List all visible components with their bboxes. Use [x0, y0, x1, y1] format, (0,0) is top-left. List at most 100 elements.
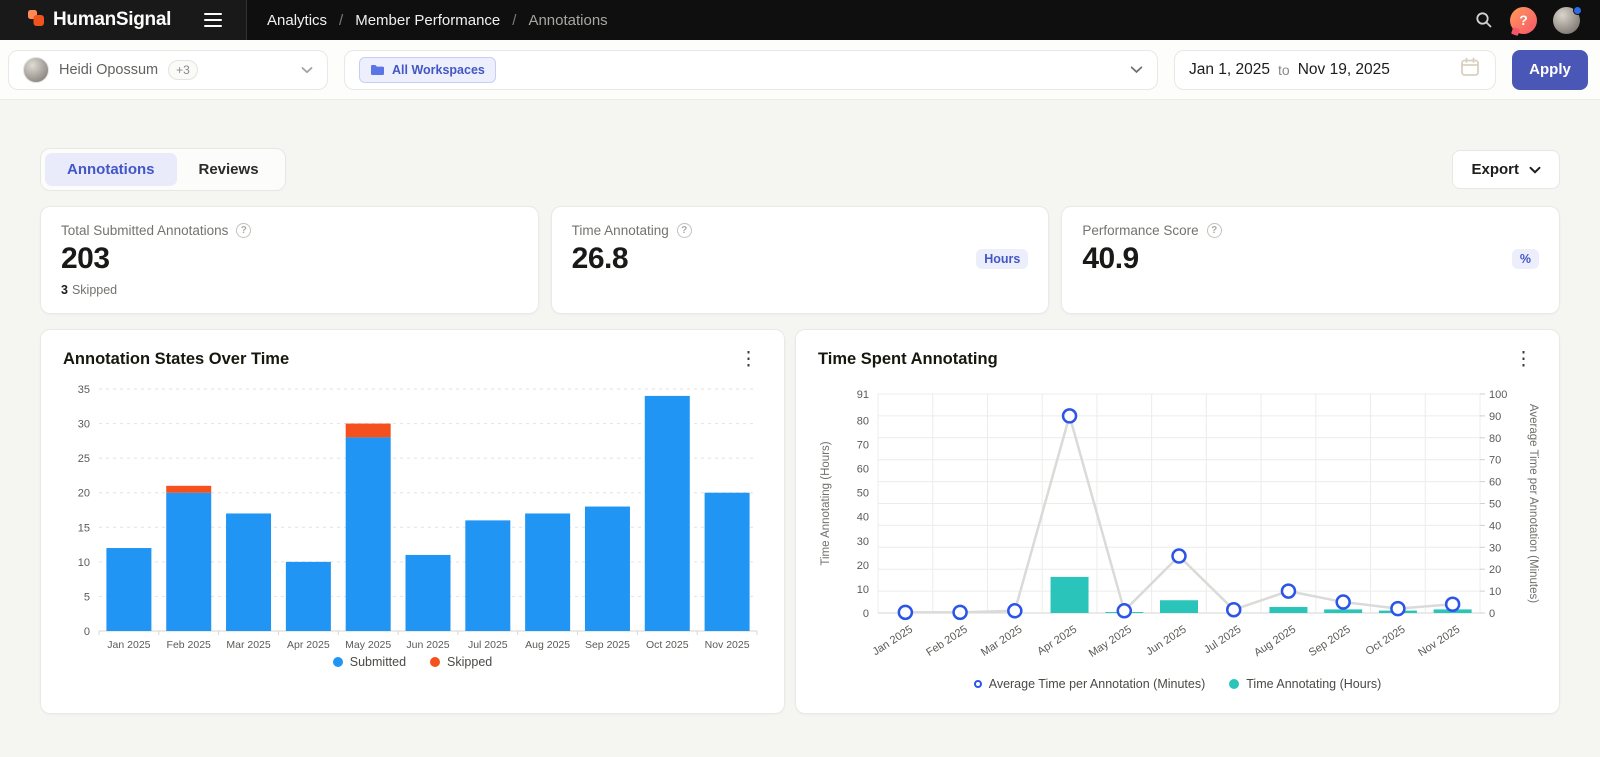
stat-card-performance-score: Performance Score ? 40.9 %	[1061, 206, 1560, 314]
member-more-count: +3	[168, 60, 198, 80]
svg-text:Nov 2025: Nov 2025	[705, 639, 750, 651]
tab-group: Annotations Reviews	[40, 148, 286, 191]
svg-text:50: 50	[857, 488, 869, 500]
svg-text:10: 10	[78, 557, 90, 569]
question-tooltip-icon[interactable]: ?	[677, 223, 692, 238]
svg-text:Mar 2025: Mar 2025	[226, 639, 271, 651]
svg-text:20: 20	[1489, 564, 1501, 576]
svg-text:Jun 2025: Jun 2025	[406, 639, 449, 651]
svg-text:40: 40	[1489, 520, 1501, 532]
kebab-menu-icon[interactable]: ⋮	[1510, 350, 1537, 369]
stat-card-total-submitted: Total Submitted Annotations ? 203 3Skipp…	[40, 206, 539, 314]
chevron-down-icon	[1529, 166, 1541, 174]
svg-text:50: 50	[1489, 499, 1501, 511]
legend-label: Submitted	[350, 655, 406, 669]
svg-text:10: 10	[1489, 586, 1501, 598]
apply-button[interactable]: Apply	[1512, 50, 1588, 90]
left-axis-title: Time Annotating (Hours)	[820, 441, 832, 565]
date-to-label: to	[1278, 62, 1290, 78]
unit-badge: %	[1512, 249, 1539, 269]
svg-text:60: 60	[1489, 477, 1501, 489]
breadcrumb-annotations: Annotations	[528, 12, 607, 29]
line-point	[1173, 550, 1186, 563]
svg-text:30: 30	[857, 536, 869, 548]
svg-text:Apr 2025: Apr 2025	[287, 639, 330, 651]
chart-title: Annotation States Over Time	[63, 350, 289, 369]
bar-submitted	[645, 396, 690, 631]
svg-text:Oct 2025: Oct 2025	[1364, 623, 1408, 657]
time-spent-card: Time Spent Annotating ⋮ 0 10 20 30 40 50 60 70 8…	[795, 329, 1560, 714]
stat-label: Total Submitted Annotations	[61, 223, 228, 238]
bar-skipped	[166, 486, 211, 493]
tab-reviews[interactable]: Reviews	[177, 153, 281, 186]
chart-legend: Submitted Skipped	[63, 655, 762, 669]
svg-text:Aug 2025: Aug 2025	[1252, 623, 1298, 659]
legend-circle-icon	[974, 680, 982, 688]
line-point	[954, 606, 967, 619]
svg-text:80: 80	[857, 415, 869, 427]
question-tooltip-icon[interactable]: ?	[236, 223, 251, 238]
bar-submitted	[585, 507, 630, 631]
workspace-selector[interactable]: All Workspaces	[344, 50, 1158, 90]
svg-text:70: 70	[1489, 455, 1501, 467]
svg-text:Sep 2025: Sep 2025	[1307, 623, 1353, 659]
bar-submitted	[226, 513, 271, 631]
top-header: HumanSignal Analytics / Member Performan…	[0, 0, 1600, 40]
svg-text:Jul 2025: Jul 2025	[468, 639, 508, 651]
svg-text:Jan 2025: Jan 2025	[870, 623, 914, 658]
svg-text:Apr 2025: Apr 2025	[1035, 623, 1079, 657]
main-content: Annotations Reviews Export Total Submitt…	[0, 148, 1600, 714]
question-tooltip-icon[interactable]: ?	[1207, 223, 1222, 238]
legend-item[interactable]: Submitted	[333, 655, 406, 669]
legend-dot-icon	[333, 657, 343, 667]
skipped-label: Skipped	[72, 283, 117, 297]
legend-item[interactable]: Time Annotating (Hours)	[1229, 677, 1381, 691]
tab-annotations[interactable]: Annotations	[45, 153, 177, 186]
breadcrumb-analytics[interactable]: Analytics	[267, 12, 327, 29]
svg-text:60: 60	[857, 464, 869, 476]
legend-item[interactable]: Average Time per Annotation (Minutes)	[974, 677, 1206, 691]
member-selector[interactable]: Heidi Opossum +3	[8, 50, 328, 90]
help-icon[interactable]: ?	[1510, 7, 1537, 34]
svg-text:May 2025: May 2025	[1087, 623, 1134, 659]
workspace-chip[interactable]: All Workspaces	[359, 57, 496, 83]
header-left-section: HumanSignal	[0, 0, 247, 40]
svg-text:35: 35	[78, 384, 90, 396]
svg-text:30: 30	[78, 419, 90, 431]
svg-text:May 2025: May 2025	[345, 639, 391, 651]
search-icon[interactable]	[1474, 10, 1494, 30]
svg-text:0: 0	[863, 608, 869, 620]
stat-label: Performance Score	[1082, 223, 1198, 238]
hamburger-menu-icon[interactable]	[200, 9, 226, 32]
bar-submitted	[525, 513, 570, 631]
bar-submitted	[106, 548, 151, 631]
chart-title: Time Spent Annotating	[818, 350, 998, 369]
svg-text:15: 15	[78, 522, 90, 534]
brand-logo[interactable]: HumanSignal	[26, 8, 171, 33]
kebab-menu-icon[interactable]: ⋮	[735, 350, 762, 369]
stat-card-time-annotating: Time Annotating ? 26.8 Hours	[551, 206, 1050, 314]
date-range-picker[interactable]: Jan 1, 2025 to Nov 19, 2025	[1174, 50, 1496, 90]
chevron-down-icon	[301, 61, 313, 79]
breadcrumb-member-performance[interactable]: Member Performance	[355, 12, 500, 29]
calendar-icon	[1459, 56, 1481, 83]
date-start: Jan 1, 2025	[1189, 61, 1270, 79]
header-right-section: ?	[1474, 0, 1600, 40]
export-button[interactable]: Export	[1452, 150, 1560, 189]
bar-submitted	[705, 493, 750, 631]
svg-text:80: 80	[1489, 433, 1501, 445]
brand-name: HumanSignal	[53, 9, 171, 31]
svg-text:70: 70	[857, 440, 869, 452]
breadcrumb-separator: /	[339, 12, 343, 29]
user-avatar[interactable]	[1553, 7, 1580, 34]
svg-text:40: 40	[857, 512, 869, 524]
bar-hours	[1269, 607, 1307, 613]
svg-text:10: 10	[857, 584, 869, 596]
legend-item[interactable]: Skipped	[430, 655, 492, 669]
export-button-label: Export	[1471, 161, 1519, 178]
svg-text:0: 0	[84, 626, 90, 638]
legend-label: Time Annotating (Hours)	[1246, 677, 1381, 691]
line-point	[1008, 604, 1021, 617]
svg-text:30: 30	[1489, 542, 1501, 554]
svg-text:Jun 2025: Jun 2025	[1144, 623, 1188, 658]
